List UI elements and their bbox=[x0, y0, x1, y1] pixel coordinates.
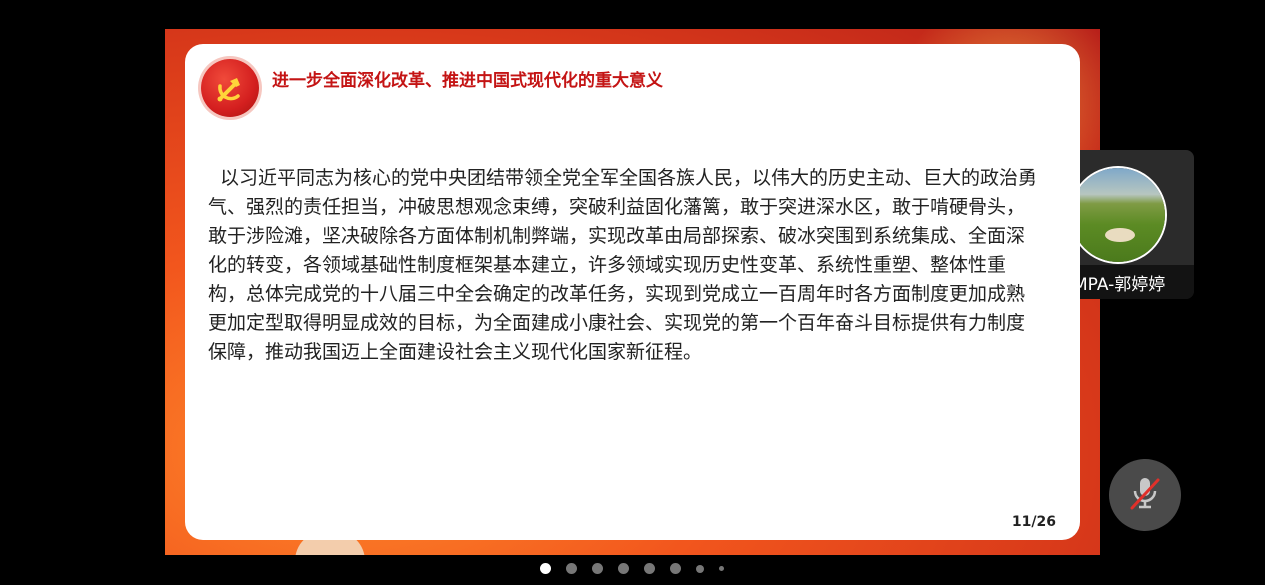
participant-name: MPA-郭婷婷 bbox=[1073, 274, 1166, 295]
pager-dot[interactable] bbox=[618, 563, 629, 574]
party-emblem-icon bbox=[201, 59, 259, 117]
slide-pager bbox=[0, 563, 1265, 574]
pager-dot[interactable] bbox=[540, 563, 551, 574]
mute-toggle-button[interactable] bbox=[1109, 459, 1181, 531]
avatar-hat bbox=[1105, 228, 1135, 242]
microphone-muted-icon bbox=[1128, 475, 1162, 515]
presentation-slide: 进一步全面深化改革、推进中国式现代化的重大意义 以习近平同志为核心的党中央团结带… bbox=[165, 29, 1100, 555]
pager-dot[interactable] bbox=[696, 564, 704, 573]
pager-dot[interactable] bbox=[644, 563, 655, 574]
pager-dot[interactable] bbox=[670, 563, 681, 574]
participant-avatar bbox=[1071, 168, 1165, 262]
pager-dot[interactable] bbox=[719, 566, 724, 571]
slide-card: 进一步全面深化改革、推进中国式现代化的重大意义 以习近平同志为核心的党中央团结带… bbox=[185, 44, 1080, 540]
page-number: 11/26 bbox=[1011, 514, 1056, 530]
slide-title: 进一步全面深化改革、推进中国式现代化的重大意义 bbox=[272, 71, 663, 91]
pager-dot[interactable] bbox=[566, 563, 577, 574]
slide-body-text: 以习近平同志为核心的党中央团结带领全党全军全国各族人民，以伟大的历史主动、巨大的… bbox=[208, 167, 1038, 363]
pager-dot[interactable] bbox=[592, 563, 603, 574]
